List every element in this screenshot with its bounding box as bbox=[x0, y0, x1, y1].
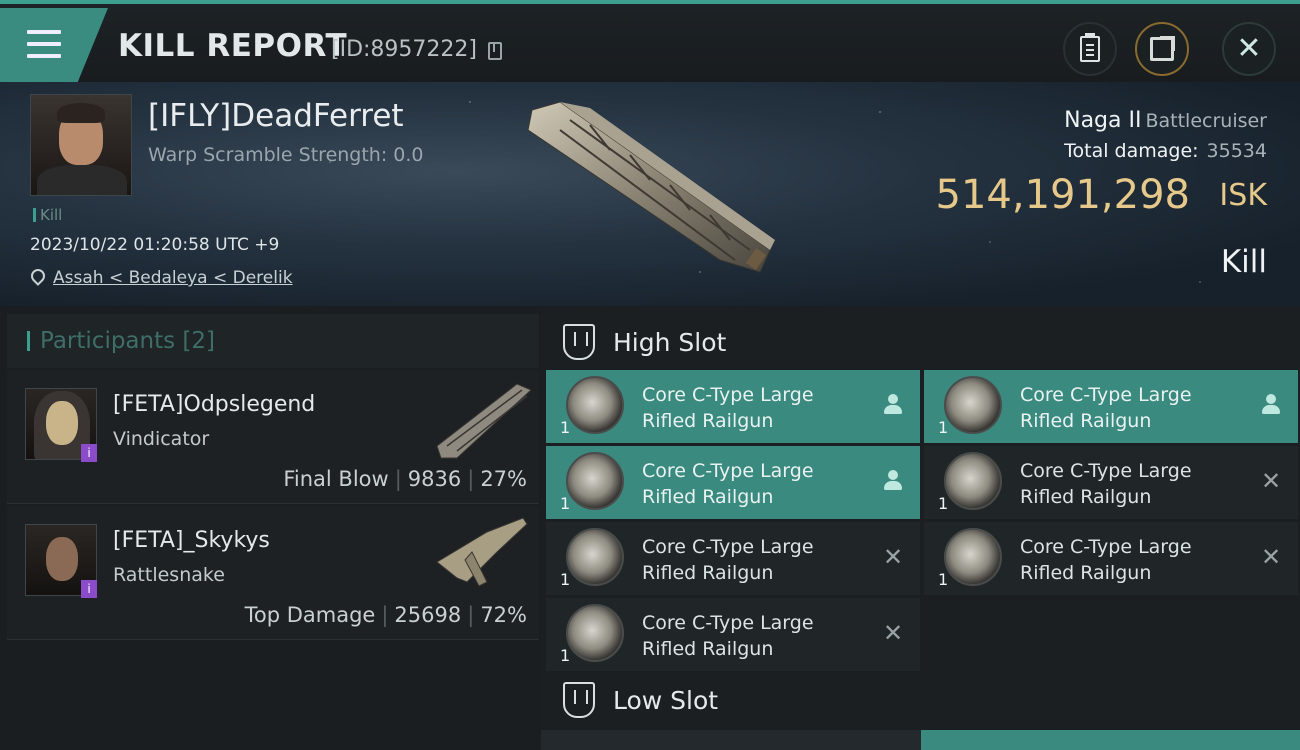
module-slot[interactable]: 1 Core C-Type Large Rifled Railgun ✕ bbox=[546, 522, 920, 595]
module-name: Core C-Type Large Rifled Railgun bbox=[642, 612, 814, 660]
participant-ship: Rattlesnake bbox=[113, 564, 225, 586]
railgun-icon bbox=[566, 376, 624, 434]
railgun-icon bbox=[566, 452, 624, 510]
isk-unit: ISK bbox=[1219, 178, 1267, 213]
participants-title: Participants [2] bbox=[40, 328, 215, 354]
victim-banner: [IFLY]DeadFerret Warp Scramble Strength:… bbox=[0, 82, 1300, 306]
module-quantity: 1 bbox=[938, 418, 949, 437]
pilot-icon bbox=[882, 392, 904, 418]
x-icon: ✕ bbox=[1260, 467, 1282, 495]
participant-name: [FETA]Odpslegend bbox=[113, 392, 316, 417]
participant-row[interactable]: i [FETA]Odpslegend Vindicator Final Blow… bbox=[7, 370, 539, 504]
module-slot[interactable]: 1 Core C-Type Large Rifled Railgun bbox=[924, 370, 1298, 443]
module-name: Core C-Type Large Rifled Railgun bbox=[1020, 384, 1192, 432]
module-quantity: 1 bbox=[938, 570, 949, 589]
module-quantity: 1 bbox=[560, 494, 571, 513]
location-link[interactable]: Assah < Bedaleya < Derelik bbox=[53, 268, 293, 288]
report-id: [ID:8957222] bbox=[331, 37, 477, 62]
ship-class: Battlecruiser bbox=[1145, 110, 1267, 132]
participant-stats: Final Blow | 9836 | 27% bbox=[283, 467, 527, 491]
copy-icon[interactable] bbox=[488, 42, 502, 60]
hamburger-menu-icon bbox=[27, 30, 61, 34]
fitting-panel: High Slot 1 Core C-Type Large Rifled Rail… bbox=[541, 306, 1300, 750]
hamburger-menu-icon-bar bbox=[27, 42, 61, 46]
total-damage-label: Total damage: bbox=[1064, 140, 1199, 162]
participant-row[interactable]: i [FETA]_Skykys Rattlesnake Top Damage | 2… bbox=[7, 506, 539, 640]
kill-tag: Kill bbox=[33, 206, 62, 224]
module-quantity: 1 bbox=[560, 418, 571, 437]
clipboard-icon bbox=[1080, 33, 1100, 62]
share-button[interactable] bbox=[1135, 22, 1189, 76]
info-badge-icon: i bbox=[81, 580, 97, 598]
total-damage: Total damage: 35534 bbox=[1064, 140, 1267, 162]
module-name: Core C-Type Large Rifled Railgun bbox=[642, 384, 814, 432]
participant-role: Top Damage bbox=[244, 603, 376, 627]
kill-result: Kill bbox=[1220, 244, 1267, 280]
module-name: Core C-Type Large Rifled Railgun bbox=[642, 536, 814, 584]
close-button[interactable]: ✕ bbox=[1222, 22, 1276, 76]
high-slot-title: High Slot bbox=[613, 328, 727, 357]
module-slot[interactable]: 1 Core C-Type Large Rifled Railgun bbox=[546, 370, 920, 443]
victim-avatar[interactable] bbox=[30, 94, 132, 196]
victim-ship-image bbox=[527, 101, 775, 273]
victim-ship[interactable]: Naga II Battlecruiser bbox=[1064, 108, 1267, 133]
x-icon: ✕ bbox=[882, 543, 904, 571]
module-name: Core C-Type Large Rifled Railgun bbox=[1020, 536, 1192, 584]
module-quantity: 1 bbox=[560, 570, 571, 589]
railgun-icon bbox=[944, 528, 1002, 586]
slot-shield-icon bbox=[563, 324, 595, 360]
participants-header: Participants [2] bbox=[7, 314, 539, 368]
participants-panel: Participants [2] i [FETA]Odpslegend Vind… bbox=[0, 306, 541, 750]
module-quantity: 1 bbox=[938, 494, 949, 513]
railgun-icon bbox=[944, 376, 1002, 434]
kill-datetime: 2023/10/22 01:20:58 UTC +9 bbox=[30, 235, 280, 255]
participant-ship-image bbox=[436, 517, 528, 587]
hamburger-menu-icon-bar bbox=[27, 54, 61, 58]
x-icon: ✕ bbox=[882, 619, 904, 647]
low-slot-title: Low Slot bbox=[613, 686, 719, 715]
slot-shield-icon bbox=[563, 682, 595, 718]
menu-button[interactable] bbox=[0, 8, 108, 82]
participant-damage: 25698 bbox=[394, 603, 462, 627]
module-slot[interactable]: 1 Core C-Type Large Rifled Railgun bbox=[546, 446, 920, 519]
participant-ship-image bbox=[436, 383, 532, 459]
module-slot[interactable]: 1 Core C-Type Large Rifled Railgun ✕ bbox=[924, 522, 1298, 595]
participant-damage: 9836 bbox=[407, 467, 462, 491]
module-slot[interactable]: 1 Core C-Type Large Rifled Railgun ✕ bbox=[546, 598, 920, 671]
participant-percent: 27% bbox=[480, 467, 527, 491]
module-slot[interactable]: 1 Core C-Type Large Rifled Railgun ✕ bbox=[924, 446, 1298, 519]
participant-percent: 72% bbox=[480, 603, 527, 627]
railgun-icon bbox=[566, 604, 624, 662]
close-icon: ✕ bbox=[1236, 31, 1262, 66]
x-icon: ✕ bbox=[1260, 543, 1282, 571]
clipboard-button[interactable] bbox=[1063, 22, 1117, 76]
page-title: KILL REPORT bbox=[118, 28, 348, 64]
low-slot-row-partial[interactable] bbox=[541, 730, 1300, 750]
isk-value: 514,191,298 bbox=[935, 172, 1190, 218]
warp-scramble-strength: Warp Scramble Strength: 0.0 bbox=[148, 144, 424, 166]
total-damage-value: 35534 bbox=[1206, 140, 1267, 162]
railgun-icon bbox=[566, 528, 624, 586]
module-name: Core C-Type Large Rifled Railgun bbox=[1020, 460, 1192, 508]
railgun-icon bbox=[944, 452, 1002, 510]
participant-stats: Top Damage | 25698 | 72% bbox=[244, 603, 527, 627]
pilot-icon bbox=[1260, 392, 1282, 418]
share-icon bbox=[1150, 36, 1175, 61]
participant-role: Final Blow bbox=[283, 467, 389, 491]
module-quantity: 1 bbox=[560, 646, 571, 665]
module-name: Core C-Type Large Rifled Railgun bbox=[642, 460, 814, 508]
high-slot-header: High Slot bbox=[541, 314, 1300, 374]
pilot-icon bbox=[882, 468, 904, 494]
info-badge-icon: i bbox=[81, 444, 97, 462]
victim-name[interactable]: [IFLY]DeadFerret bbox=[148, 98, 404, 134]
participant-ship: Vindicator bbox=[113, 428, 210, 450]
ship-name: Naga II bbox=[1064, 108, 1142, 133]
header-bar: KILL REPORT [ID:8957222] ✕ bbox=[0, 0, 1300, 82]
low-slot-header: Low Slot bbox=[541, 672, 1300, 732]
participant-name: [FETA]_Skykys bbox=[113, 528, 270, 553]
